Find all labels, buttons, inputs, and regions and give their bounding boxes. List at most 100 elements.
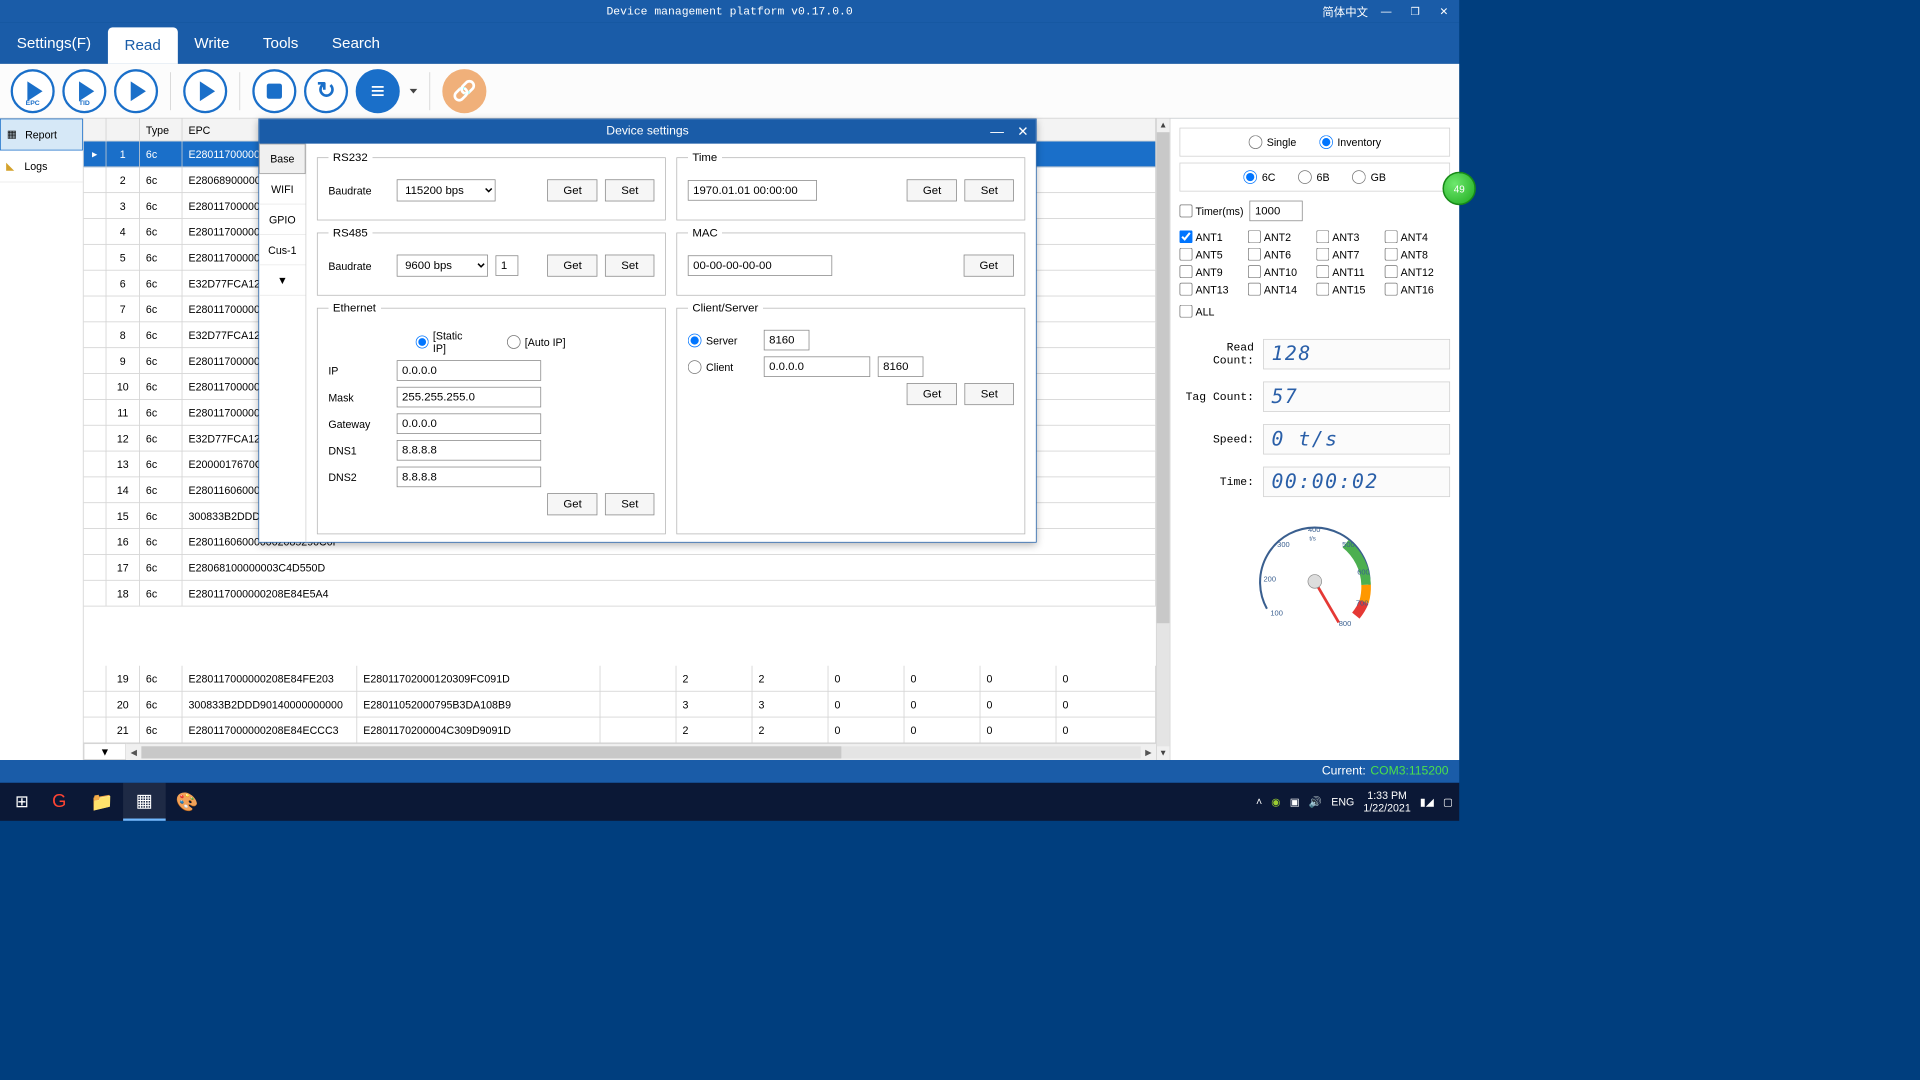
scroll-up-icon[interactable]: ▲	[1157, 119, 1170, 133]
client-port-input[interactable]	[878, 356, 924, 377]
menu-settings[interactable]: Settings(F)	[0, 23, 108, 64]
dialog-tab-gpio[interactable]: GPIO	[259, 204, 305, 234]
antenna-checkbox[interactable]: ANT5	[1180, 248, 1245, 261]
side-tab-report[interactable]: ▦ Report	[0, 119, 83, 151]
antenna-checkbox[interactable]: ANT3	[1316, 230, 1381, 243]
rs485-set-button[interactable]: Set	[605, 255, 654, 277]
minimize-button[interactable]: —	[1376, 3, 1397, 20]
antenna-checkbox[interactable]: ANT4	[1385, 230, 1450, 243]
rs485-count-input[interactable]	[496, 255, 519, 276]
horizontal-scrollbar[interactable]: ◄ ►	[126, 743, 1156, 760]
dialog-tab-wifi[interactable]: WIFI	[259, 174, 305, 204]
menu-write[interactable]: Write	[178, 23, 247, 64]
cs-set-button[interactable]: Set	[965, 383, 1014, 405]
scroll-left-icon[interactable]: ◄	[126, 746, 141, 758]
antenna-checkbox[interactable]: ANT14	[1248, 283, 1313, 296]
dialog-tab-base[interactable]: Base	[259, 144, 305, 174]
static-ip-radio[interactable]: [Static IP]	[415, 330, 476, 354]
cs-get-button[interactable]: Get	[907, 383, 957, 405]
tray-battery-icon[interactable]: ▣	[1290, 795, 1300, 808]
menu-tools[interactable]: Tools	[246, 23, 315, 64]
mac-input[interactable]	[688, 255, 832, 276]
antenna-checkbox[interactable]: ANT11	[1316, 265, 1381, 278]
play-epc-button[interactable]: EPC	[11, 69, 55, 113]
time-set-button[interactable]: Set	[965, 179, 1014, 201]
antenna-checkbox[interactable]: ANT13	[1180, 283, 1245, 296]
list-button[interactable]	[356, 69, 400, 113]
rs232-set-button[interactable]: Set	[605, 179, 654, 201]
taskbar-app-paint[interactable]: 🎨	[166, 783, 209, 821]
antenna-checkbox[interactable]: ANT15	[1316, 283, 1381, 296]
play-eject-button[interactable]	[183, 69, 227, 113]
refresh-button[interactable]	[304, 69, 348, 113]
link-button[interactable]	[442, 69, 486, 113]
close-button[interactable]: ✕	[1433, 3, 1454, 20]
taskbar-app-explorer[interactable]: 📁	[81, 783, 124, 821]
tray-clock[interactable]: 1:33 PM 1/22/2021	[1363, 789, 1410, 815]
ip-input[interactable]	[397, 360, 541, 381]
antenna-checkbox[interactable]: ANT10	[1248, 265, 1313, 278]
tray-chart-icon[interactable]: ▮◢	[1420, 795, 1434, 808]
dialog-titlebar[interactable]: Device settings — ✕	[259, 119, 1036, 143]
expand-down-button[interactable]: ▼	[84, 743, 127, 760]
mask-input[interactable]	[397, 387, 541, 408]
maximize-button[interactable]: ❐	[1404, 3, 1425, 20]
6b-radio[interactable]: 6B	[1298, 170, 1329, 184]
dialog-minimize-button[interactable]: —	[984, 119, 1010, 143]
menu-search[interactable]: Search	[315, 23, 397, 64]
all-checkbox[interactable]: ALL	[1180, 305, 1451, 318]
client-radio[interactable]: Client	[688, 360, 756, 374]
vscroll-thumb[interactable]	[1157, 132, 1170, 623]
antenna-checkbox[interactable]: ANT2	[1248, 230, 1313, 243]
rs485-get-button[interactable]: Get	[547, 255, 597, 277]
antenna-checkbox[interactable]: ANT16	[1385, 283, 1450, 296]
menu-read[interactable]: Read	[108, 27, 178, 63]
rs232-baud-select[interactable]: 115200 bps	[397, 179, 496, 201]
scroll-down-icon[interactable]: ▼	[1157, 746, 1170, 760]
antenna-checkbox[interactable]: ANT6	[1248, 248, 1313, 261]
ethernet-set-button[interactable]: Set	[605, 493, 654, 515]
play-tid-button[interactable]: TID	[62, 69, 106, 113]
grid-header-num[interactable]	[106, 119, 139, 141]
scroll-right-icon[interactable]: ►	[1141, 746, 1156, 758]
antenna-checkbox[interactable]: ANT12	[1385, 265, 1450, 278]
taskbar-app-current[interactable]: ▦	[123, 783, 166, 821]
tray-notification-icon[interactable]: ▢	[1443, 795, 1453, 808]
stop-button[interactable]	[252, 69, 296, 113]
gateway-input[interactable]	[397, 413, 541, 434]
inventory-radio[interactable]: Inventory	[1319, 135, 1381, 149]
grid-header-type[interactable]: Type	[140, 119, 183, 141]
antenna-checkbox[interactable]: ANT9	[1180, 265, 1245, 278]
rs485-baud-select[interactable]: 9600 bps	[397, 255, 488, 277]
gb-radio[interactable]: GB	[1352, 170, 1386, 184]
ethernet-get-button[interactable]: Get	[547, 493, 597, 515]
6c-radio[interactable]: 6C	[1244, 170, 1276, 184]
timer-checkbox[interactable]: Timer(ms)	[1180, 204, 1244, 217]
antenna-checkbox[interactable]: ANT7	[1316, 248, 1381, 261]
server-radio[interactable]: Server	[688, 333, 756, 347]
server-port-input[interactable]	[764, 330, 810, 351]
tray-lang[interactable]: ENG	[1331, 796, 1354, 808]
start-button[interactable]: ⊞	[6, 786, 38, 818]
tray-up-icon[interactable]: ˄	[1256, 796, 1262, 808]
client-ip-input[interactable]	[764, 356, 870, 377]
table-row[interactable]: 196cE280117000000208E84FE203E28011702000…	[84, 666, 1156, 692]
dropdown-icon[interactable]	[410, 89, 418, 94]
time-input[interactable]	[688, 180, 817, 201]
vertical-scrollbar[interactable]: ▲ ▼	[1156, 119, 1170, 760]
side-tab-logs[interactable]: ◣ Logs	[0, 150, 83, 182]
table-row[interactable]: 206c300833B2DDD90140000000000E2801105200…	[84, 692, 1156, 718]
tray-volume-icon[interactable]: 🔊	[1309, 795, 1322, 808]
dns1-input[interactable]	[397, 440, 541, 461]
table-row[interactable]: 186cE280117000000208E84E5A4	[84, 581, 1156, 607]
dialog-close-button[interactable]: ✕	[1010, 119, 1036, 143]
table-row[interactable]: 176cE28068100000003C4D550D	[84, 555, 1156, 581]
tray-sync-icon[interactable]: ◉	[1271, 795, 1280, 808]
dialog-tab-cus1[interactable]: Cus-1	[259, 235, 305, 265]
taskbar-app-1[interactable]: G	[38, 783, 81, 821]
auto-ip-radio[interactable]: [Auto IP]	[507, 335, 568, 349]
status-knob[interactable]: 49	[1442, 172, 1475, 205]
timer-input[interactable]	[1250, 201, 1303, 222]
play-button[interactable]	[114, 69, 158, 113]
language-switch[interactable]: 简体中文	[1322, 3, 1368, 19]
